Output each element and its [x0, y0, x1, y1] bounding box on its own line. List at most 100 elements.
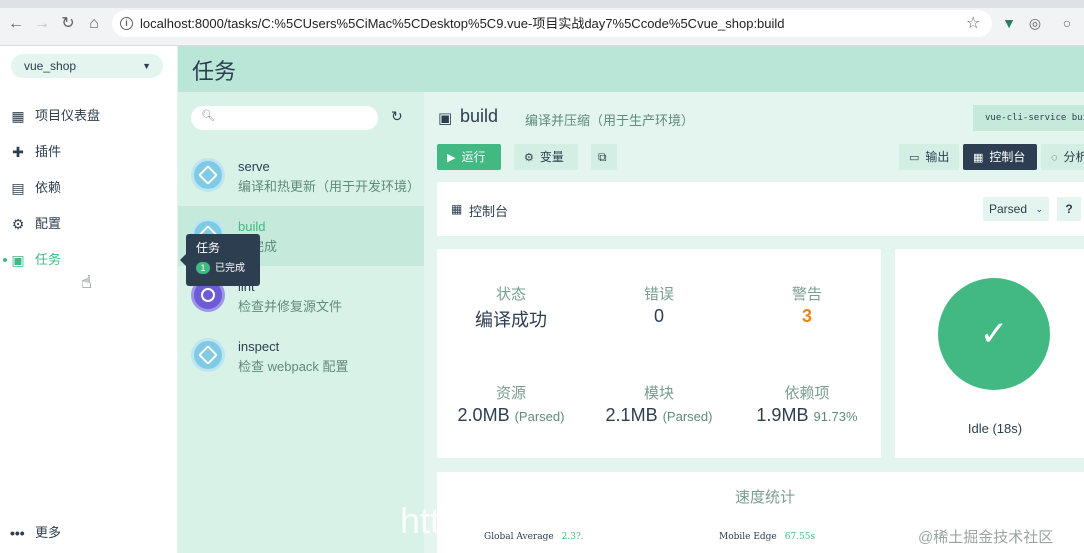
nav-item-config[interactable]: ⚙ 配置 [0, 210, 178, 238]
nav-item-tasks[interactable]: ▣ 任务 [0, 246, 178, 274]
vue-devtools-icon[interactable]: ▼ [1000, 14, 1018, 32]
chevron-down-icon: ⌄ [1035, 204, 1043, 214]
nav-item-label: 任务 [35, 252, 62, 267]
tooltip-count: 1 [196, 262, 210, 274]
build-status-card: ✓ Idle (18s) [895, 249, 1084, 458]
variables-button[interactable]: ⚙ 变量 [514, 144, 578, 170]
stat-label: 警告 [791, 286, 822, 303]
analyze-button[interactable]: ◌ 分析 [1041, 144, 1084, 170]
task-desc: 检查并修复源文件 [238, 299, 343, 314]
speed-label: Mobile Edge [719, 532, 777, 542]
task-detail: ▣ build 编译并压缩（用于生产环境） vue-cli-service bu… [424, 92, 1084, 553]
active-indicator [3, 258, 7, 262]
task-name: inspect [238, 339, 280, 354]
pointer-cursor-icon: ☝ [81, 272, 92, 292]
variables-label: 变量 [539, 150, 564, 164]
speed-value: 67.55s [784, 532, 816, 542]
task-name: serve [238, 159, 270, 174]
task-subtitle: 编译并压缩（用于生产环境） [525, 113, 695, 128]
stat-value: 2.1MB (Parsed) [585, 405, 733, 426]
stat-dependencies: 依赖项 1.9MB 91.73% [733, 382, 881, 426]
search-icon: 🔍︎ [201, 110, 215, 122]
help-icon[interactable]: ? [1057, 197, 1081, 221]
task-list: 🔍︎ ↻ serve 编译和热更新（用于开发环境） build 已完成 lint… [178, 92, 424, 553]
left-nav: vue_shop ▼ ▦ 项目仪表盘 ✚ 插件 ▤ 依赖 ⚙ 配置 ▣ 任务 •… [0, 46, 178, 553]
stat-warnings: 警告 3 [733, 283, 881, 327]
stat-sub: (Parsed) [514, 409, 565, 424]
nav-item-dependencies[interactable]: ▤ 依赖 [0, 174, 178, 202]
nav-item-label: 配置 [35, 216, 62, 231]
tab-strip [0, 0, 1084, 8]
back-icon[interactable]: ← [6, 14, 26, 34]
task-inspect-icon [191, 338, 225, 372]
extension-icon[interactable]: ◎ [1026, 14, 1044, 32]
output-icon: ▭ [909, 152, 920, 164]
info-icon: i [120, 17, 133, 30]
settings-icon: ⚙ [11, 216, 25, 232]
stat-value: 1.9MB 91.73% [733, 405, 881, 426]
stat-label: 模块 [643, 385, 674, 402]
project-select[interactable]: vue_shop ▼ [11, 54, 163, 78]
nav-item-label: 依赖 [35, 180, 62, 195]
task-item-serve[interactable]: serve 编译和热更新（用于开发环境） [178, 146, 424, 206]
home-icon[interactable]: ⌂ [84, 14, 104, 34]
analyze-label: 分析 [1063, 150, 1084, 164]
clipboard-icon: ▣ [438, 110, 453, 127]
reload-icon[interactable]: ↻ [58, 14, 78, 34]
stat-value: 2.0MB (Parsed) [437, 405, 585, 426]
output-button[interactable]: ▭ 输出 [899, 144, 959, 170]
extension-icon-2[interactable]: ○ [1058, 14, 1076, 32]
books-icon: ▤ [11, 180, 25, 196]
browser-toolbar: ← → ↻ ⌂ i localhost:8000/tasks/C:%5CUser… [0, 0, 1084, 46]
speed-title: 速度统计 [734, 489, 795, 506]
analyze-icon: ◌ [1051, 152, 1058, 164]
output-label: 输出 [925, 150, 950, 164]
nav-item-plugins[interactable]: ✚ 插件 [0, 138, 178, 166]
project-name: vue_shop [24, 59, 77, 73]
task-desc: 检查 webpack 配置 [238, 359, 349, 374]
stat-number: 2.0MB [457, 405, 510, 425]
dashboard-icon: ▦ [11, 108, 25, 124]
nav-item-label: 插件 [35, 144, 62, 159]
stat-status: 状态 编译成功 [437, 283, 585, 332]
page-title: 任务 [192, 59, 237, 84]
command-chip: vue-cli-service build [973, 105, 1084, 131]
stat-modules: 模块 2.1MB (Parsed) [585, 382, 733, 426]
overlay-text: htt [400, 500, 441, 541]
stat-label: 状态 [495, 286, 526, 303]
nav-item-dashboard[interactable]: ▦ 项目仪表盘 [0, 102, 178, 130]
dashboard-icon: ▦ [973, 152, 984, 164]
address-bar[interactable]: i localhost:8000/tasks/C:%5CUsers%5CiMac… [112, 10, 992, 37]
caret-down-icon: ▼ [142, 61, 151, 71]
open-external-icon: ⧉ [598, 150, 607, 164]
forward-icon[interactable]: → [32, 14, 52, 34]
refresh-icon[interactable]: ↻ [391, 108, 403, 125]
dashboard-button[interactable]: ▦ 控制台 [963, 144, 1037, 170]
run-button[interactable]: ▶ 运行 [437, 144, 501, 170]
bookmark-star-icon[interactable]: ☆ [966, 13, 980, 33]
stat-value: 0 [653, 306, 664, 326]
task-item-inspect[interactable]: inspect 检查 webpack 配置 [178, 326, 424, 386]
gear-icon: ⚙ [524, 152, 534, 164]
dashboard-label: 控制台 [989, 150, 1026, 164]
play-icon: ▶ [447, 152, 456, 164]
clipboard-icon: ▣ [11, 252, 25, 268]
open-external-button[interactable]: ⧉ [591, 144, 617, 170]
nav-more[interactable]: ••• 更多 [0, 522, 178, 544]
stat-errors: 错误 0 [585, 283, 733, 327]
stat-label: 资源 [495, 385, 526, 402]
idle-status: Idle (18s) [967, 421, 1023, 436]
stat-value: 编译成功 [475, 310, 547, 330]
size-mode-value: Parsed [989, 202, 1028, 216]
stat-label: 依赖项 [784, 385, 830, 402]
stat-assets: 资源 2.0MB (Parsed) [437, 382, 585, 426]
size-mode-select[interactable]: Parsed ⌄ [983, 197, 1049, 221]
stat-sub: 91.73% [813, 409, 858, 424]
run-label: 运行 [461, 150, 486, 164]
dashboard-panel-bar: ▦ 控制台 Parsed ⌄ ? [437, 182, 1084, 236]
top-bar: 任务 [178, 46, 1084, 92]
tooltip-status: 已完成 [215, 263, 245, 274]
task-name: build [238, 219, 266, 234]
nav-more-label: 更多 [35, 525, 62, 540]
task-search-input[interactable]: 🔍︎ [191, 106, 378, 130]
